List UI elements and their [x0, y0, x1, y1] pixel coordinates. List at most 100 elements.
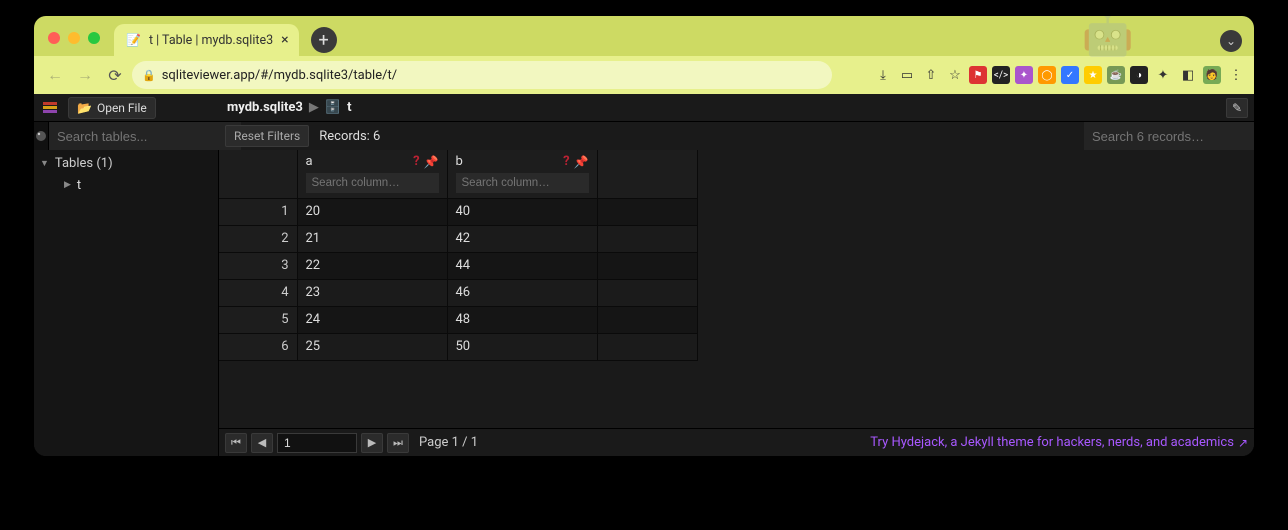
ext-icon[interactable]: ⚑: [969, 66, 987, 84]
rownum-header: [219, 150, 297, 198]
data-table: a ? 📌 b ?: [219, 150, 698, 361]
browser-tab[interactable]: 📝 t | Table | mydb.sqlite3 ×: [114, 24, 299, 56]
cell[interactable]: 24: [297, 306, 447, 333]
disclosure-triangle-icon[interactable]: ▶: [64, 180, 71, 190]
cell[interactable]: 40: [447, 198, 597, 225]
column-header-b[interactable]: b ? 📌: [447, 150, 597, 198]
ext-icon[interactable]: ◑: [1130, 66, 1148, 84]
cell[interactable]: 22: [297, 252, 447, 279]
edit-button[interactable]: ✎: [1226, 98, 1248, 118]
row-number: 2: [219, 225, 297, 252]
table-row[interactable]: 12040: [219, 198, 697, 225]
external-link-icon: ↗: [1238, 436, 1248, 450]
breadcrumb: mydb.sqlite3 ▶ 🗄️ t: [219, 100, 352, 115]
sidepanel-icon[interactable]: ◧: [1178, 65, 1198, 85]
maximize-window-button[interactable]: [88, 32, 100, 44]
extensions: ⚑ </> ✦ ◯ ✓ ★ ☕ ◑ ✦ ◧ 🧑 ⋮: [969, 65, 1246, 85]
table-icon: 🗄️: [325, 100, 341, 115]
open-file-label: Open File: [97, 101, 147, 115]
cell[interactable]: 20: [297, 198, 447, 225]
cell-spacer: [597, 279, 697, 306]
new-tab-button[interactable]: +: [311, 27, 337, 53]
sidebar-item-label: t: [77, 178, 81, 193]
forward-button[interactable]: →: [72, 62, 98, 88]
address-bar: ← → ⟳ 🔒 sqliteviewer.app/#/mydb.sqlite3/…: [34, 56, 1254, 94]
table-row[interactable]: 62550: [219, 333, 697, 360]
cell[interactable]: 44: [447, 252, 597, 279]
ext-icon[interactable]: </>: [992, 66, 1010, 84]
promo-link[interactable]: Try Hydejack, a Jekyll theme for hackers…: [870, 435, 1248, 450]
page-indicator: Page 1 / 1: [419, 435, 478, 450]
ext-icon[interactable]: ☕: [1107, 66, 1125, 84]
ext-icon[interactable]: ✓: [1061, 66, 1079, 84]
reload-button[interactable]: ⟳: [102, 62, 128, 88]
url-text: sqliteviewer.app/#/mydb.sqlite3/table/t/: [162, 68, 397, 83]
prev-page-button[interactable]: ◀: [251, 433, 273, 453]
theme-toggle[interactable]: [34, 122, 49, 150]
tab-overflow-button[interactable]: ⌄: [1220, 30, 1242, 52]
close-window-button[interactable]: [48, 32, 60, 44]
window-controls: [34, 32, 114, 56]
cell[interactable]: 48: [447, 306, 597, 333]
reader-icon[interactable]: ▭: [897, 65, 917, 85]
android-decoration: 🤖: [1082, 16, 1134, 59]
ext-icon[interactable]: ★: [1084, 66, 1102, 84]
kebab-menu-icon[interactable]: ⋮: [1226, 65, 1246, 85]
back-button[interactable]: ←: [42, 62, 68, 88]
table-row[interactable]: 52448: [219, 306, 697, 333]
install-app-icon[interactable]: ⤓: [873, 65, 893, 85]
url-field[interactable]: 🔒 sqliteviewer.app/#/mydb.sqlite3/table/…: [132, 61, 832, 89]
app-toolbar: 📂 Open File mydb.sqlite3 ▶ 🗄️ t ✎: [34, 94, 1254, 122]
table-row[interactable]: 42346: [219, 279, 697, 306]
first-page-button[interactable]: ⏮: [225, 433, 247, 453]
search-tables-input[interactable]: [49, 122, 241, 150]
ext-icon[interactable]: ✦: [1015, 66, 1033, 84]
breadcrumb-database[interactable]: mydb.sqlite3: [227, 100, 303, 115]
type-unknown-icon[interactable]: ?: [413, 154, 419, 169]
app-logo: [38, 98, 62, 118]
cell[interactable]: 42: [447, 225, 597, 252]
column-header-a[interactable]: a ? 📌: [297, 150, 447, 198]
sidebar-item-t[interactable]: ▶ t: [34, 174, 218, 196]
minimize-window-button[interactable]: [68, 32, 80, 44]
cell[interactable]: 25: [297, 333, 447, 360]
cell-spacer: [597, 225, 697, 252]
table-row[interactable]: 22142: [219, 225, 697, 252]
extensions-puzzle-icon[interactable]: ✦: [1153, 65, 1173, 85]
breadcrumb-separator-icon: ▶: [309, 100, 319, 115]
app-subtoolbar: Reset Filters Records: 6: [34, 122, 1254, 150]
pin-icon[interactable]: 📌: [574, 155, 589, 169]
folder-icon: 📂: [77, 101, 92, 115]
app: 📂 Open File mydb.sqlite3 ▶ 🗄️ t ✎: [34, 94, 1254, 456]
cell[interactable]: 50: [447, 333, 597, 360]
last-page-button[interactable]: ⏭: [387, 433, 409, 453]
ext-icon[interactable]: ◯: [1038, 66, 1056, 84]
page-input[interactable]: [277, 433, 357, 453]
type-unknown-icon[interactable]: ?: [563, 154, 569, 169]
reset-filters-button[interactable]: Reset Filters: [225, 125, 309, 147]
pager: ⏮ ◀ ▶ ⏭ Page 1 / 1 Try Hydejack, a Jekyl…: [219, 428, 1254, 456]
promo-text: Try Hydejack, a Jekyll theme for hackers…: [870, 435, 1234, 450]
row-number: 3: [219, 252, 297, 279]
column-filter-b[interactable]: [456, 173, 589, 193]
cell[interactable]: 23: [297, 279, 447, 306]
table-row[interactable]: 32244: [219, 252, 697, 279]
cell[interactable]: 21: [297, 225, 447, 252]
disclosure-triangle-icon[interactable]: ▼: [40, 158, 49, 169]
row-number: 6: [219, 333, 297, 360]
sidebar-tables-header[interactable]: ▼ Tables (1): [34, 152, 218, 174]
open-file-button[interactable]: 📂 Open File: [68, 97, 156, 119]
browser-window: 📝 t | Table | mydb.sqlite3 × + 🤖 ⌄ ← → ⟳…: [34, 16, 1254, 456]
column-filter-a[interactable]: [306, 173, 439, 193]
sidebar-tables-label: Tables (1): [55, 156, 113, 171]
profile-avatar[interactable]: 🧑: [1203, 66, 1221, 84]
share-icon[interactable]: ⇧: [921, 65, 941, 85]
bookmark-icon[interactable]: ☆: [945, 65, 965, 85]
search-records-input[interactable]: [1084, 122, 1254, 150]
next-page-button[interactable]: ▶: [361, 433, 383, 453]
breadcrumb-table[interactable]: t: [347, 100, 351, 115]
pin-icon[interactable]: 📌: [424, 155, 439, 169]
close-tab-button[interactable]: ×: [281, 32, 288, 48]
sidebar: ▼ Tables (1) ▶ t: [34, 150, 219, 456]
cell[interactable]: 46: [447, 279, 597, 306]
